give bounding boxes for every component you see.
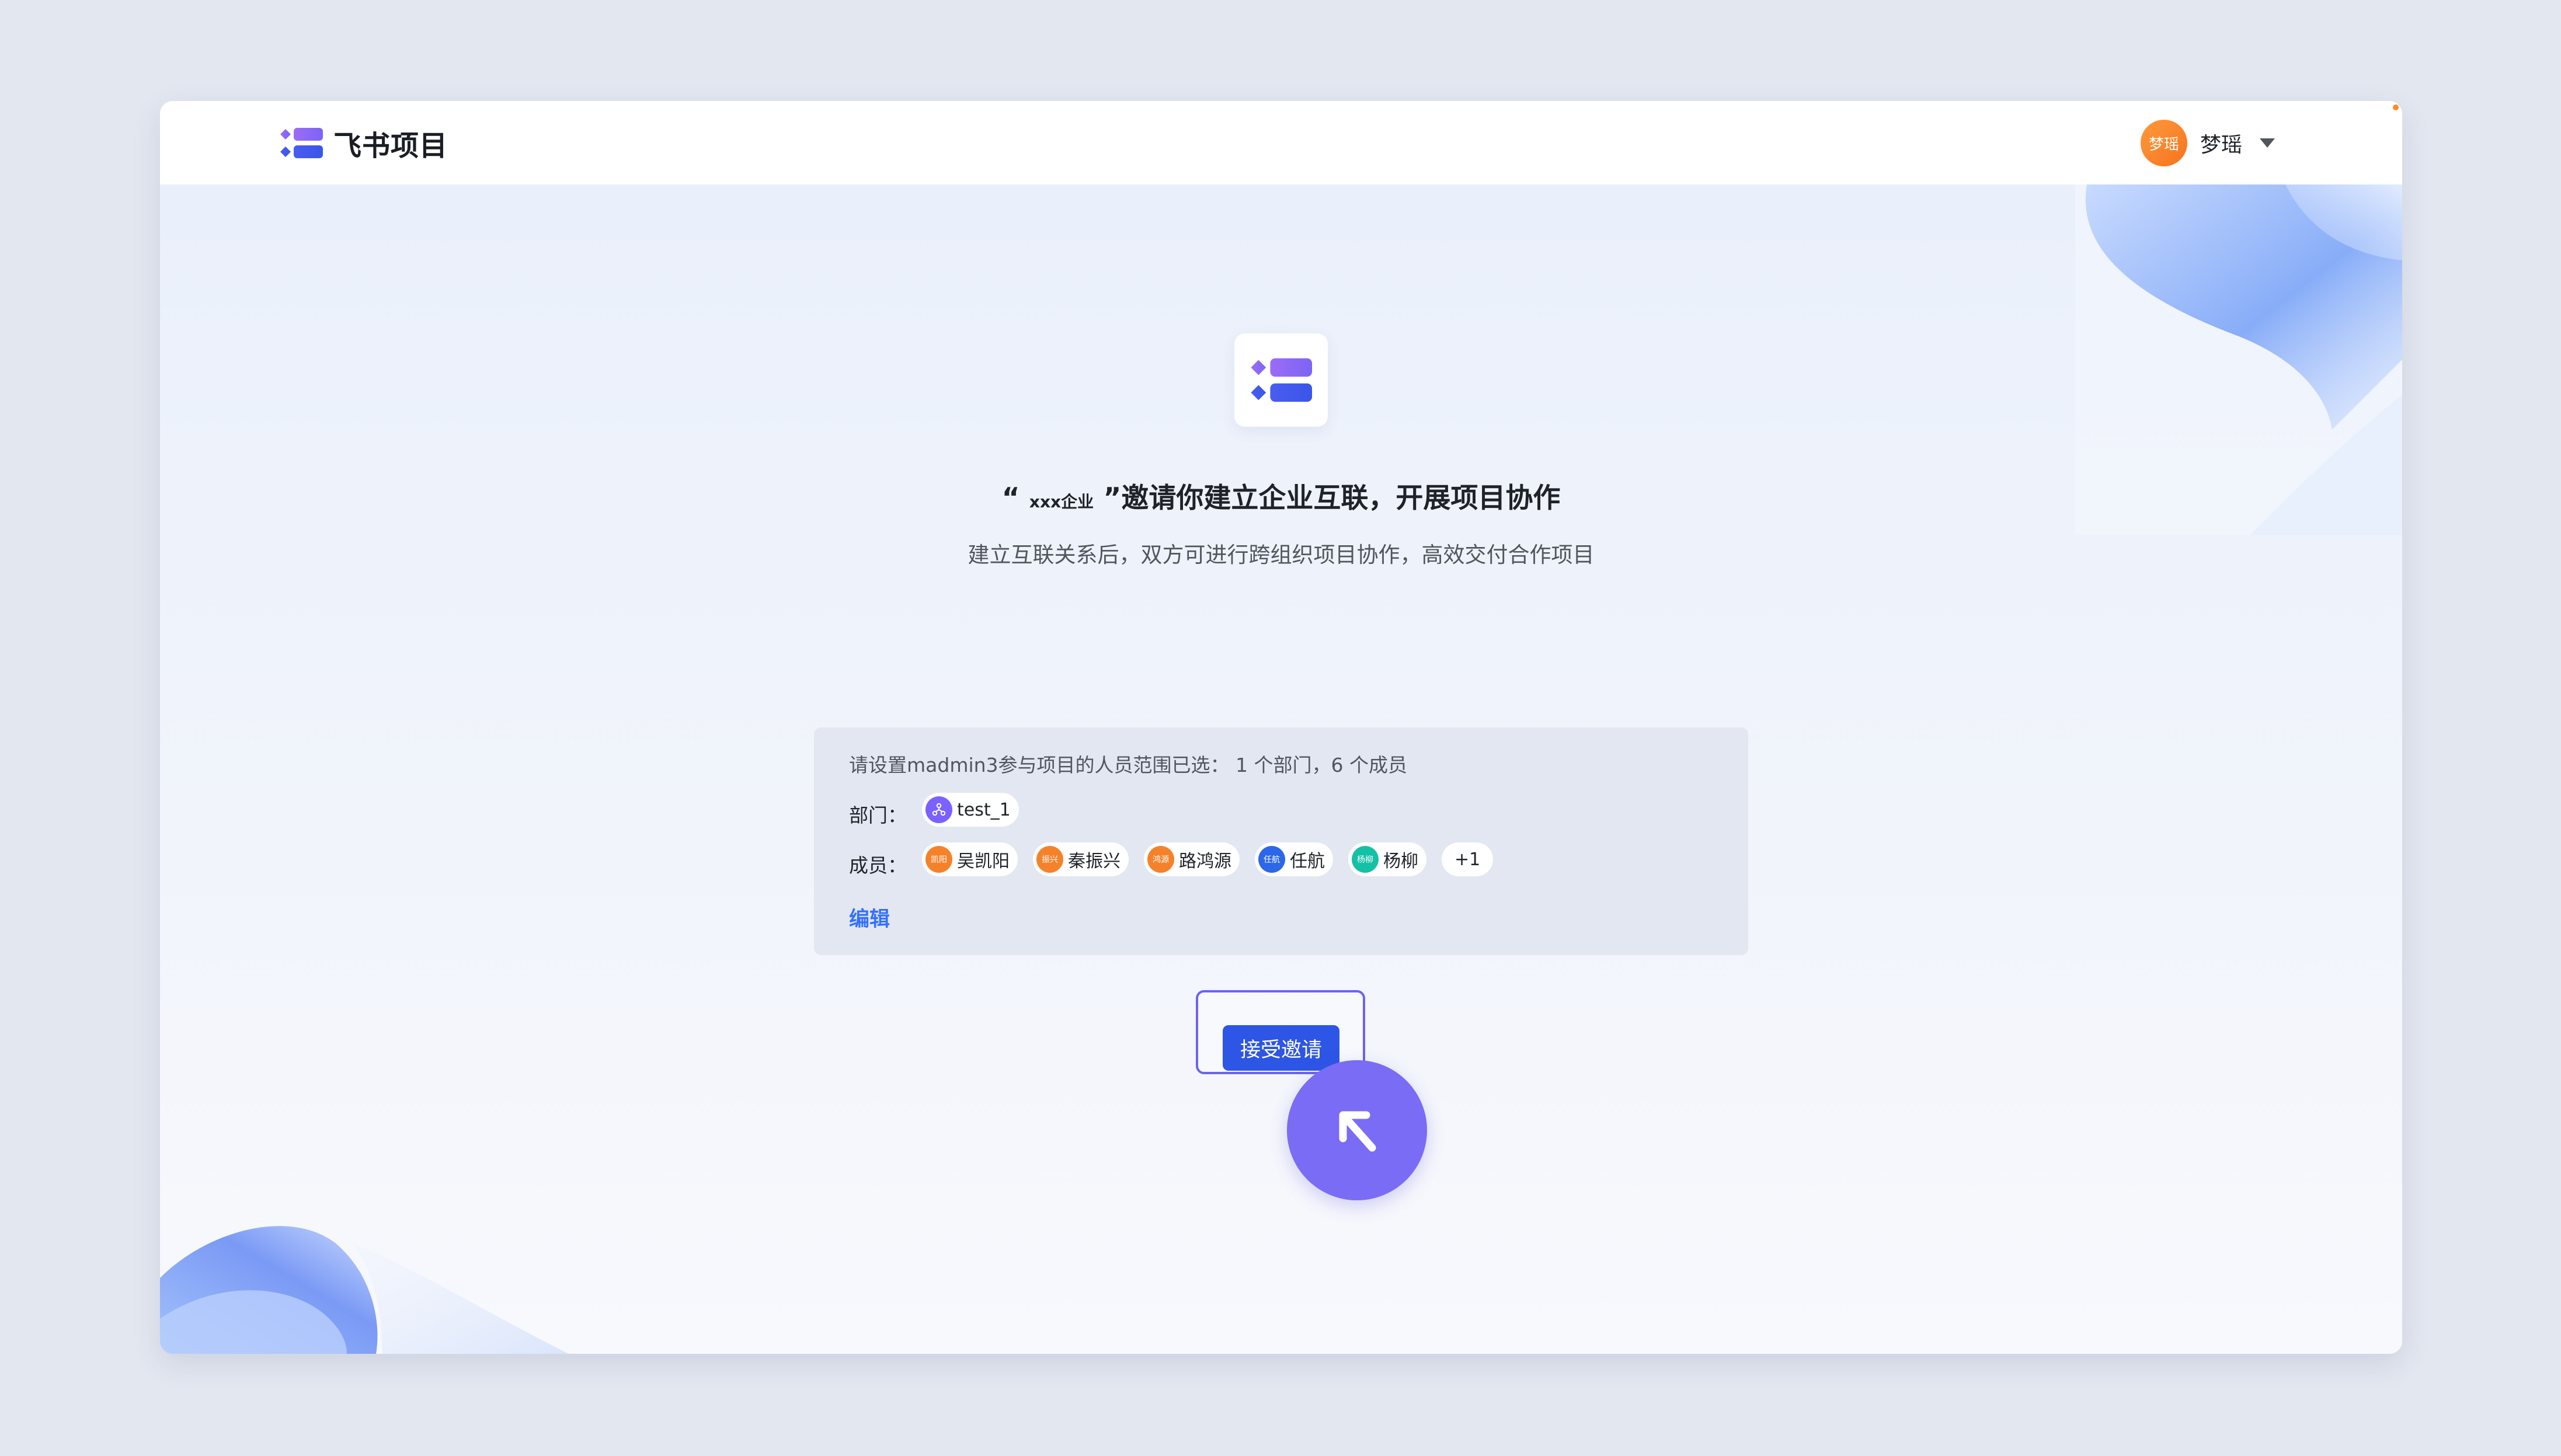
caret-down-icon[interactable] xyxy=(2260,138,2275,148)
member-avatar: 凯阳 xyxy=(925,846,952,873)
feishu-project-logo-icon xyxy=(280,128,323,158)
cursor-badge xyxy=(1287,1060,1427,1200)
member-name: 秦振兴 xyxy=(1068,851,1121,872)
member-avatar: 杨柳 xyxy=(1352,846,1379,873)
department-chip: test_1 xyxy=(922,793,1019,827)
member-name: 任航 xyxy=(1290,851,1325,872)
brand-name: 飞书项目 xyxy=(333,130,448,162)
member-name: 路鸿源 xyxy=(1179,851,1231,872)
department-chips: test_1 xyxy=(922,793,1034,827)
invite-title: “ xxx企业 ”邀请你建立企业互联，开展项目协作 xyxy=(160,475,2402,515)
app-window: 飞书项目 梦瑶 梦瑶 “ xxx企业 ”邀请你建立企业互联，开展项目协作 建立互… xyxy=(160,101,2402,1354)
range-hint: 请设置madmin3参与项目的人员范围已选： 1 个部门，6 个成员 xyxy=(849,754,1408,776)
feishu-project-logo-icon xyxy=(1251,358,1313,402)
department-label: 部门： xyxy=(849,804,907,827)
member-avatar: 鸿源 xyxy=(1147,846,1174,873)
top-bar: 飞书项目 梦瑶 梦瑶 xyxy=(160,101,2402,184)
invite-page: “ xxx企业 ”邀请你建立企业互联，开展项目协作 建立互联关系后，双方可进行跨… xyxy=(160,184,2402,1354)
edit-range-link[interactable]: 编辑 xyxy=(849,903,890,932)
member-label: 成员： xyxy=(849,854,907,877)
member-chip: 杨柳 杨柳 xyxy=(1348,842,1426,876)
member-chips: 凯阳 吴凯阳 振兴 秦振兴 鸿源 路鸿源 任航 任航 杨柳 杨柳 +1 xyxy=(922,842,1508,876)
accept-invite-button[interactable]: 接受邀请 xyxy=(1223,1025,1339,1071)
notification-dot xyxy=(2393,105,2399,110)
member-chip: 任航 任航 xyxy=(1255,842,1333,876)
user-name[interactable]: 梦瑶 xyxy=(2200,128,2242,158)
quote-open: “ xyxy=(1001,482,1020,514)
invite-subtitle: 建立互联关系后，双方可进行跨组织项目协作，高效交付合作项目 xyxy=(968,542,1595,567)
member-avatar: 振兴 xyxy=(1036,846,1063,873)
member-name: 杨柳 xyxy=(1383,851,1418,872)
decorative-ribbon-bottom-left xyxy=(160,1226,569,1354)
quote-close: ” xyxy=(1103,482,1122,514)
org-name: xxx企业 xyxy=(1029,492,1094,511)
member-chip: 凯阳 吴凯阳 xyxy=(922,842,1018,876)
member-name: 吴凯阳 xyxy=(957,851,1010,872)
brand[interactable]: 飞书项目 xyxy=(279,122,448,164)
user-menu[interactable]: 梦瑶 梦瑶 xyxy=(2140,120,2275,166)
member-chip: 振兴 秦振兴 xyxy=(1033,842,1129,876)
more-members-chip[interactable]: +1 xyxy=(1442,842,1494,876)
org-tree-icon xyxy=(925,796,952,823)
user-avatar[interactable]: 梦瑶 xyxy=(2140,120,2187,166)
center-logo xyxy=(1234,333,1328,427)
department-name: test_1 xyxy=(957,799,1011,820)
member-avatar: 任航 xyxy=(1258,846,1285,873)
arrow-up-left-icon xyxy=(1339,1111,1376,1152)
invite-title-text: 邀请你建立企业互联，开展项目协作 xyxy=(1121,482,1561,514)
member-range-card: 请设置madmin3参与项目的人员范围已选： 1 个部门，6 个成员 部门： t… xyxy=(814,727,1748,955)
member-chip: 鸿源 路鸿源 xyxy=(1144,842,1240,876)
